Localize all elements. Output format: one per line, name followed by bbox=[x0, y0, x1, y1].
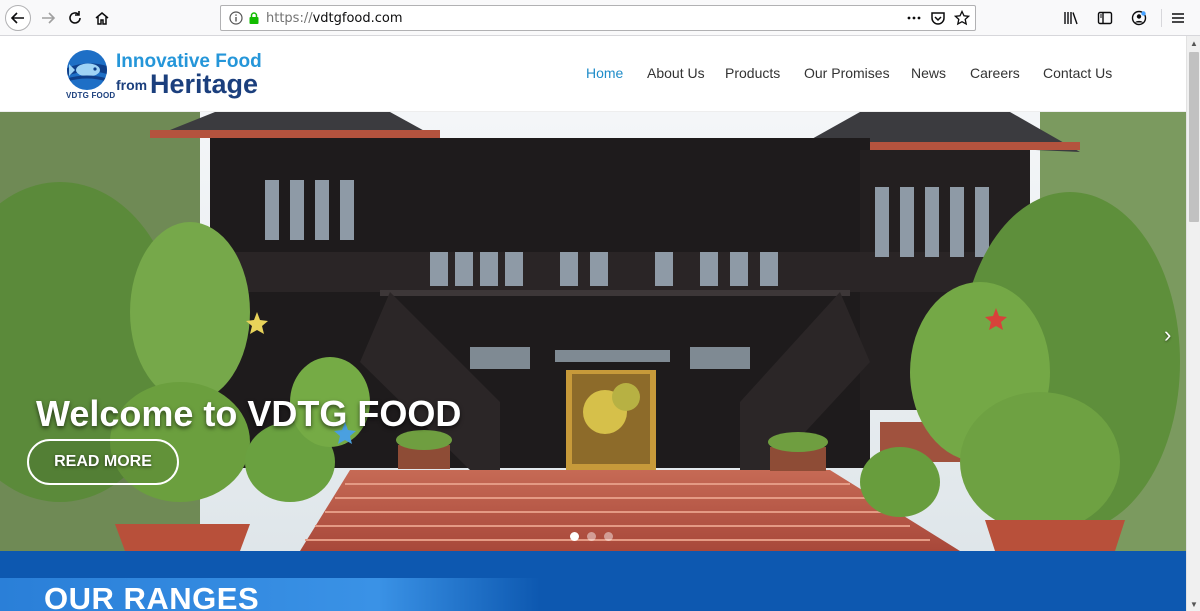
nav-our-promises[interactable]: Our Promises bbox=[804, 65, 890, 81]
scroll-up-arrow-icon[interactable]: ▲ bbox=[1187, 36, 1200, 50]
menu-icon[interactable] bbox=[1166, 6, 1190, 30]
more-icon[interactable] bbox=[905, 9, 923, 27]
hero-title: Welcome to VDTG FOOD bbox=[36, 393, 462, 434]
pocket-icon[interactable] bbox=[929, 9, 947, 27]
nav-about-us[interactable]: About Us bbox=[647, 65, 705, 81]
next-slide-arrow-icon[interactable]: › bbox=[1164, 322, 1182, 347]
reload-icon[interactable] bbox=[63, 6, 87, 30]
nav-products[interactable]: Products bbox=[725, 65, 780, 81]
bookmark-star-icon[interactable] bbox=[953, 9, 971, 27]
nav-home[interactable]: Home bbox=[586, 65, 623, 81]
sidebar-icon[interactable] bbox=[1093, 6, 1117, 30]
page-scrollbar[interactable]: ▲ ▼ bbox=[1186, 36, 1200, 611]
account-icon[interactable] bbox=[1127, 6, 1151, 30]
hero-slider: Welcome to VDTG FOOD READ MORE › bbox=[0, 112, 1186, 551]
back-icon[interactable] bbox=[5, 5, 31, 31]
info-icon[interactable] bbox=[229, 11, 243, 25]
forward-icon[interactable] bbox=[36, 6, 60, 30]
slider-dot-2[interactable] bbox=[587, 532, 596, 541]
url-scheme: https:// bbox=[266, 11, 313, 26]
toolbar-separator bbox=[1161, 9, 1162, 27]
library-icon[interactable] bbox=[1059, 6, 1083, 30]
nav-news[interactable]: News bbox=[911, 65, 946, 81]
slider-dots bbox=[570, 532, 613, 541]
ranges-section: OUR RANGES bbox=[0, 551, 1186, 611]
ranges-title: OUR RANGES bbox=[44, 581, 260, 611]
logo-subtitle: VDTG FOOD bbox=[66, 91, 116, 100]
site-header: VDTG FOOD Innovative Food from Heritage … bbox=[0, 36, 1186, 112]
hero-image bbox=[0, 112, 1186, 551]
browser-toolbar: https://vdtgfood.com bbox=[0, 0, 1200, 36]
slider-dot-1[interactable] bbox=[570, 532, 579, 541]
main-nav: Home About Us Products Our Promises News… bbox=[0, 65, 1186, 83]
url-bar[interactable]: https://vdtgfood.com bbox=[220, 5, 976, 31]
slider-dot-3[interactable] bbox=[604, 532, 613, 541]
nav-contact-us[interactable]: Contact Us bbox=[1043, 65, 1112, 81]
read-more-button[interactable]: READ MORE bbox=[27, 439, 179, 485]
home-icon[interactable] bbox=[90, 6, 114, 30]
lock-icon[interactable] bbox=[247, 11, 261, 25]
url-host: vdtgfood.com bbox=[312, 11, 403, 26]
url-text[interactable]: https://vdtgfood.com bbox=[266, 11, 403, 26]
scroll-down-arrow-icon[interactable]: ▼ bbox=[1187, 597, 1200, 611]
scrollbar-thumb[interactable] bbox=[1189, 52, 1199, 222]
nav-careers[interactable]: Careers bbox=[970, 65, 1020, 81]
